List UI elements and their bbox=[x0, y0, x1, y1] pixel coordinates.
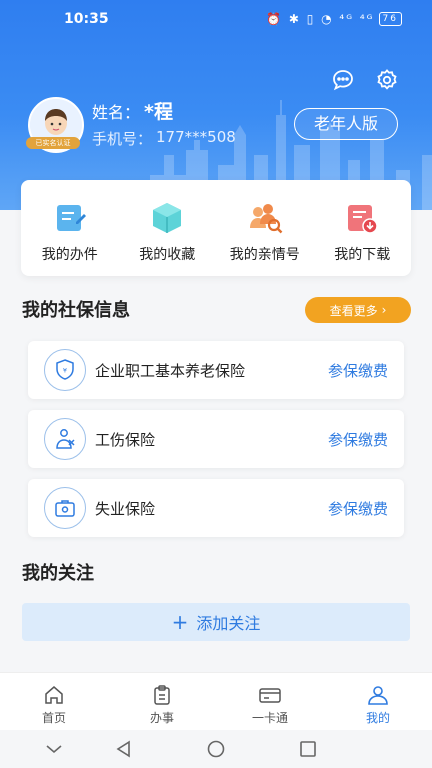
quick-item-downloads[interactable]: 我的下载 bbox=[314, 180, 412, 276]
tab-home[interactable]: 首页 bbox=[0, 673, 108, 730]
pen-document-icon bbox=[56, 205, 86, 231]
elder-mode-button[interactable]: 老年人版 bbox=[294, 108, 398, 140]
social-security-title: 我的社保信息 bbox=[22, 300, 130, 321]
quick-item-my-cases[interactable]: 我的办件 bbox=[21, 180, 119, 276]
insurance-item-injury[interactable]: 工伤保险 参保缴费 bbox=[28, 410, 404, 468]
system-nav-bar bbox=[0, 730, 432, 768]
insurance-name: 工伤保险 bbox=[95, 430, 156, 449]
quick-label: 我的下载 bbox=[334, 247, 391, 263]
family-search-icon bbox=[249, 204, 283, 234]
follow-title: 我的关注 bbox=[22, 563, 94, 584]
message-icon[interactable] bbox=[329, 66, 357, 94]
clipboard-icon bbox=[154, 685, 170, 705]
home-icon bbox=[45, 686, 63, 704]
briefcase-icon bbox=[44, 487, 86, 529]
phone-label: 手机号： bbox=[92, 130, 153, 148]
tab-label: 首页 bbox=[41, 711, 66, 725]
gear-icon[interactable] bbox=[373, 66, 401, 94]
view-more-label: 查看更多 bbox=[329, 303, 378, 318]
svg-text:¥: ¥ bbox=[63, 367, 67, 375]
user-name-line: 姓名： *程 bbox=[92, 97, 173, 124]
user-icon bbox=[368, 686, 388, 705]
insurance-item-unemployment[interactable]: 失业保险 参保缴费 bbox=[28, 479, 404, 537]
view-more-button[interactable]: 查看更多 › bbox=[305, 297, 411, 323]
pension-shield-icon: ¥ bbox=[44, 349, 86, 391]
insurance-item-pension[interactable]: ¥ 企业职工基本养老保险 参保缴费 bbox=[28, 341, 404, 399]
name-value: *程 bbox=[144, 101, 173, 123]
recent-apps-icon[interactable] bbox=[298, 740, 318, 758]
tab-label: 我的 bbox=[365, 711, 390, 725]
box-icon bbox=[153, 203, 182, 233]
verified-badge: 已实名认证 bbox=[26, 137, 80, 149]
bottom-tab-bar: 首页 办事 一卡通 我的 bbox=[0, 672, 432, 730]
tab-card[interactable]: 一卡通 bbox=[216, 673, 324, 730]
battery-icon: 76 bbox=[378, 12, 402, 26]
pay-insurance-link[interactable]: 参保缴费 bbox=[328, 498, 388, 519]
quick-item-family-number[interactable]: 我的亲情号 bbox=[216, 180, 314, 276]
status-time: 10:35 bbox=[64, 11, 109, 27]
user-phone-line: 手机号： 177***508 bbox=[92, 128, 236, 149]
tab-label: 一卡通 bbox=[251, 711, 288, 725]
quick-actions-card: 我的办件 我的收藏 我的亲情号 我的下载 bbox=[21, 180, 411, 276]
tab-label: 办事 bbox=[149, 711, 174, 725]
add-follow-label: 添加关注 bbox=[196, 614, 261, 633]
phone-value: 177***508 bbox=[156, 128, 236, 146]
status-indicator-icons: ⏰ ✱ ▯ ◔ ⁴ᴳ ⁴ᴳ bbox=[266, 12, 375, 26]
back-triangle-icon[interactable] bbox=[114, 740, 134, 758]
insurance-name: 失业保险 bbox=[95, 499, 156, 518]
home-circle-icon[interactable] bbox=[206, 740, 226, 758]
tab-mine[interactable]: 我的 bbox=[324, 673, 432, 730]
pay-insurance-link[interactable]: 参保缴费 bbox=[328, 429, 388, 450]
insurance-name: 企业职工基本养老保险 bbox=[95, 361, 246, 380]
quick-item-favorites[interactable]: 我的收藏 bbox=[119, 180, 217, 276]
download-document-icon bbox=[348, 205, 378, 234]
quick-label: 我的收藏 bbox=[139, 247, 196, 263]
chevron-right-icon: › bbox=[381, 303, 387, 317]
plus-icon: + bbox=[171, 610, 189, 634]
status-bar: 10:35 ⏰ ✱ ▯ ◔ ⁴ᴳ ⁴ᴳ 76 bbox=[0, 0, 432, 40]
name-label: 姓名： bbox=[92, 102, 141, 122]
add-follow-button[interactable]: + 添加关注 bbox=[22, 603, 410, 641]
chevron-down-icon[interactable] bbox=[44, 740, 64, 758]
pay-insurance-link[interactable]: 参保缴费 bbox=[328, 360, 388, 381]
injury-icon bbox=[44, 418, 86, 460]
status-icons: ⏰ ✱ ▯ ◔ ⁴ᴳ ⁴ᴳ 76 bbox=[266, 12, 402, 26]
card-icon bbox=[259, 688, 281, 703]
quick-label: 我的办件 bbox=[41, 247, 98, 263]
quick-label: 我的亲情号 bbox=[229, 247, 300, 263]
tab-services[interactable]: 办事 bbox=[108, 673, 216, 730]
